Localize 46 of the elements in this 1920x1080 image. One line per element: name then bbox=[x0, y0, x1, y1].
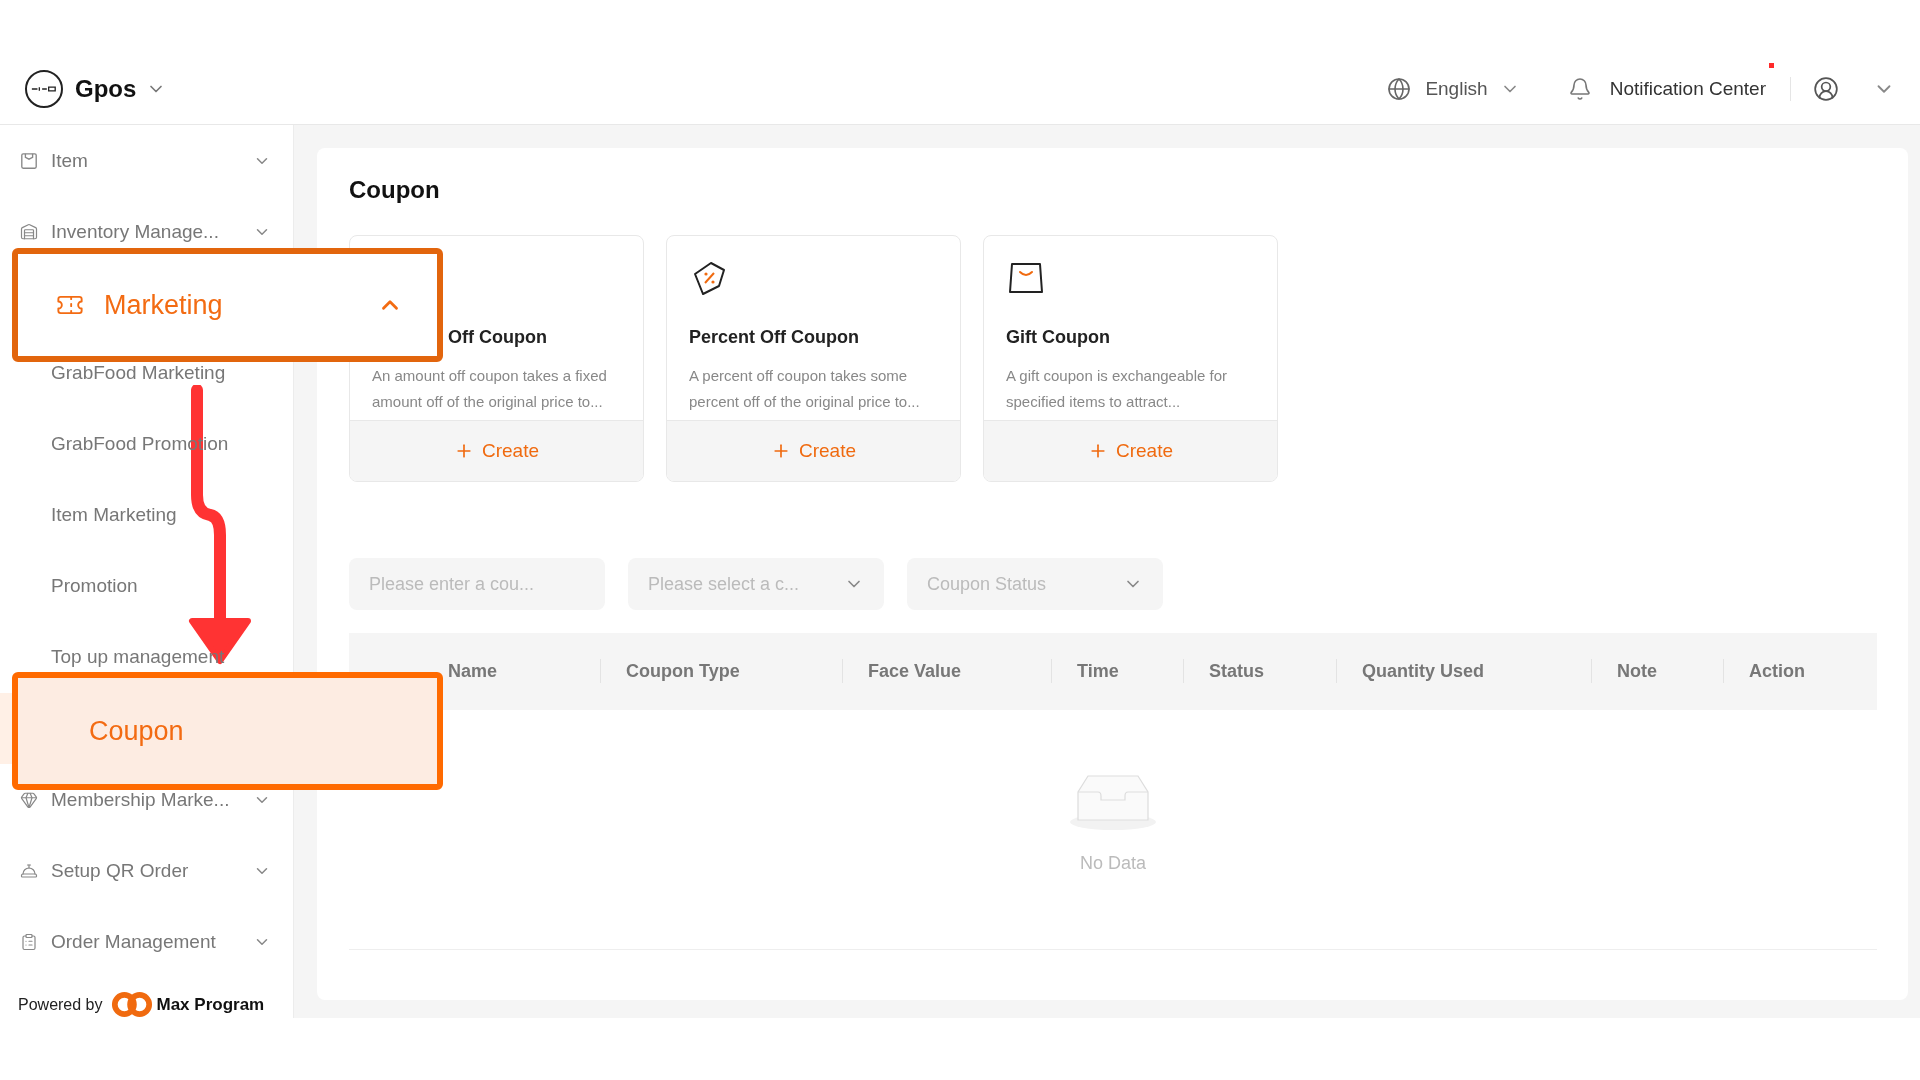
sidebar-subitem[interactable]: Item Marketing bbox=[51, 501, 177, 530]
sidebar-item[interactable]: Membership Marke... bbox=[51, 789, 253, 810]
create-button[interactable]: Create bbox=[350, 420, 643, 481]
clipboard-icon bbox=[20, 932, 38, 951]
create-button[interactable]: Create bbox=[984, 420, 1277, 481]
brand-name[interactable]: Gpos bbox=[75, 71, 137, 107]
column-header: Face Value bbox=[867, 660, 962, 683]
brand-logo bbox=[110, 991, 153, 1018]
column-header: Action bbox=[1748, 660, 1805, 683]
sidebar-item[interactable]: Inventory Manage... bbox=[51, 221, 253, 242]
user-avatar-icon[interactable] bbox=[1813, 76, 1839, 102]
sidebar-item[interactable]: Item bbox=[51, 150, 253, 171]
coupon-search-field[interactable]: Please enter a cou... bbox=[349, 558, 605, 610]
sidebar-subitem[interactable]: GrabFood Marketing bbox=[51, 359, 226, 388]
page-title: Coupon bbox=[349, 175, 440, 205]
sidebar-subitem[interactable]: Promotion bbox=[51, 572, 138, 601]
card-description: A percent off coupon takes some percent off of the original price to... bbox=[689, 366, 921, 412]
service-bell-icon bbox=[20, 861, 38, 880]
empty-state-text: No Data bbox=[1079, 852, 1146, 875]
brand-name: Max Program bbox=[156, 993, 265, 1016]
column-header: Coupon Type bbox=[625, 660, 740, 683]
column-header: Time bbox=[1076, 660, 1119, 683]
notification-center-link[interactable]: Notification Center bbox=[1609, 77, 1766, 99]
create-button[interactable]: Create bbox=[667, 420, 960, 481]
bell-icon[interactable] bbox=[1567, 77, 1592, 101]
powered-by-label: Powered by bbox=[18, 994, 103, 1015]
empty-inbox-icon bbox=[1068, 774, 1158, 830]
language-selector[interactable]: English bbox=[1425, 74, 1488, 104]
card-title: Off Coupon bbox=[448, 327, 547, 347]
sidebar-item[interactable]: Setup QR Order bbox=[51, 860, 253, 881]
sidebar-subitem[interactable]: Coupon bbox=[12, 672, 443, 790]
brand-logo bbox=[25, 70, 63, 108]
sidebar-item[interactable]: Marketing bbox=[12, 248, 443, 362]
column-header: Note bbox=[1616, 660, 1657, 683]
box-icon bbox=[20, 151, 38, 170]
card-description: An amount off coupon takes a fixed amount off of the original price to... bbox=[372, 366, 608, 412]
card-title: Gift Coupon bbox=[1006, 327, 1110, 347]
sidebar-item[interactable]: Order Management bbox=[51, 931, 253, 952]
column-header: Status bbox=[1208, 660, 1264, 683]
gem-icon bbox=[20, 790, 38, 809]
card-description: A gift coupon is exchangeable for specified items to attract... bbox=[1006, 366, 1228, 412]
warehouse-icon bbox=[20, 222, 38, 241]
column-header: Quantity Used bbox=[1361, 660, 1485, 683]
column-header: Name bbox=[447, 660, 498, 683]
globe-icon bbox=[1387, 77, 1412, 101]
card-title: Percent Off Coupon bbox=[689, 327, 859, 347]
